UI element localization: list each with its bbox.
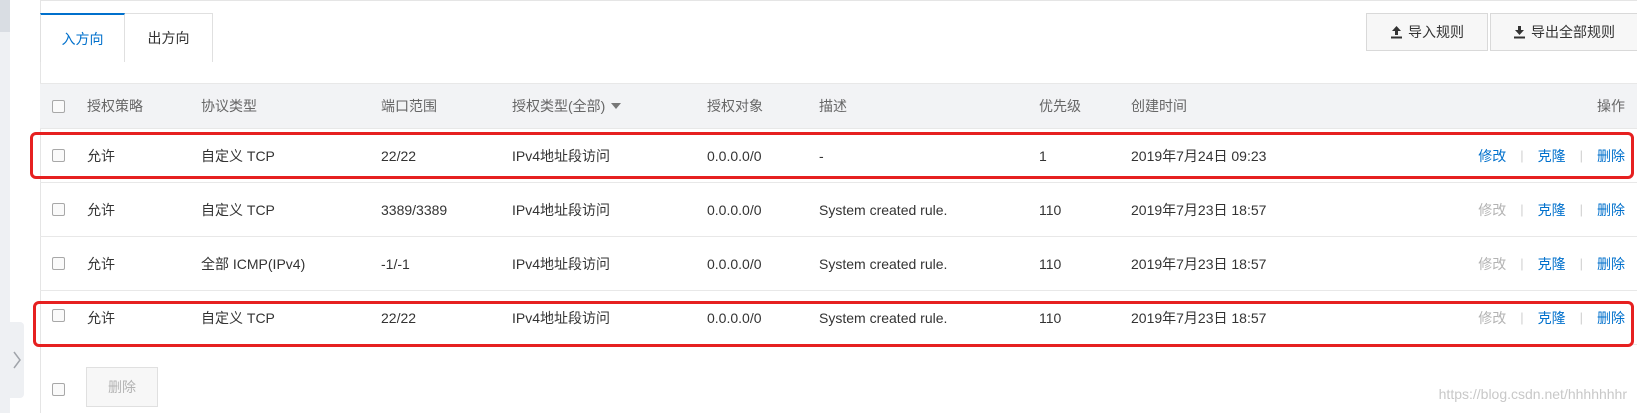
header-priority: 优先级: [1039, 98, 1081, 114]
row-checkbox[interactable]: [52, 203, 65, 216]
cell-priority: 110: [1039, 255, 1062, 272]
cell-priority: 110: [1039, 309, 1062, 326]
select-all-checkbox[interactable]: [52, 100, 65, 113]
op-separator: |: [1520, 256, 1524, 271]
export-all-rules-button[interactable]: 导出全部规则: [1490, 13, 1637, 51]
row-operations: 修改 | 克隆 | 删除: [1478, 237, 1625, 290]
cell-auth-target: 0.0.0.0/0: [707, 255, 762, 272]
cell-created-time: 2019年7月24日 09:23: [1131, 147, 1267, 164]
op-separator: |: [1520, 310, 1524, 325]
cell-priority: 1: [1039, 147, 1047, 164]
op-separator: |: [1520, 202, 1524, 217]
clone-link[interactable]: 克隆: [1538, 308, 1566, 328]
header-auth-type-filter[interactable]: 授权类型(全部): [512, 84, 622, 128]
row-operations: 修改 | 克隆 | 删除: [1478, 291, 1625, 344]
cell-protocol: 自定义 TCP: [201, 201, 275, 218]
header-auth-target: 授权对象: [707, 98, 763, 114]
header-description: 描述: [819, 98, 847, 114]
cell-auth-type: IPv4地址段访问: [512, 255, 611, 272]
cell-policy: 允许: [87, 255, 115, 272]
caret-down-icon: [611, 103, 622, 109]
table-row: 允许 全部 ICMP(IPv4) -1/-1 IPv4地址段访问 0.0.0.0…: [40, 237, 1637, 291]
cell-auth-target: 0.0.0.0/0: [707, 309, 762, 326]
cell-created-time: 2019年7月23日 18:57: [1131, 201, 1267, 218]
export-all-rules-label: 导出全部规则: [1531, 24, 1615, 40]
cell-created-time: 2019年7月23日 18:57: [1131, 309, 1267, 326]
tab-outbound[interactable]: 出方向: [125, 13, 213, 62]
modify-link: 修改: [1478, 201, 1507, 218]
op-separator: |: [1579, 148, 1583, 163]
sidebar-scroll-thumb[interactable]: [0, 0, 10, 32]
cell-auth-type: IPv4地址段访问: [512, 201, 611, 218]
row-checkbox[interactable]: [52, 257, 65, 270]
table-row: 允许 自定义 TCP 22/22 IPv4地址段访问 0.0.0.0/0 - 1…: [40, 129, 1637, 183]
header-created-time: 创建时间: [1131, 98, 1187, 114]
row-checkbox[interactable]: [52, 149, 65, 162]
cell-created-time: 2019年7月23日 18:57: [1131, 255, 1267, 272]
cell-auth-target: 0.0.0.0/0: [707, 201, 762, 218]
cell-auth-target: 0.0.0.0/0: [707, 147, 762, 164]
header-auth-type-label: 授权类型(全部): [512, 98, 606, 114]
upload-icon: [1391, 26, 1402, 39]
header-protocol: 协议类型: [201, 98, 257, 114]
cell-protocol: 全部 ICMP(IPv4): [201, 255, 306, 272]
modify-link[interactable]: 修改: [1478, 146, 1506, 166]
cell-description: System created rule.: [819, 201, 948, 218]
table-header: 授权策略 协议类型 端口范围 授权类型(全部) 授权对象 描述 优先级 创建时间…: [40, 83, 1637, 129]
op-separator: |: [1520, 148, 1524, 163]
cell-description: System created rule.: [819, 309, 948, 326]
op-separator: |: [1579, 310, 1583, 325]
cell-policy: 允许: [87, 147, 115, 164]
row-operations: 修改 | 克隆 | 删除: [1478, 183, 1625, 236]
table-row: 允许 自定义 TCP 3389/3389 IPv4地址段访问 0.0.0.0/0…: [40, 183, 1637, 237]
modify-link: 修改: [1478, 255, 1507, 272]
delete-link[interactable]: 删除: [1597, 254, 1625, 274]
clone-link[interactable]: 克隆: [1538, 254, 1566, 274]
clone-link[interactable]: 克隆: [1538, 200, 1566, 220]
op-separator: |: [1579, 202, 1583, 217]
cell-port-range: 22/22: [381, 309, 417, 326]
delete-link[interactable]: 删除: [1597, 146, 1625, 166]
direction-tabs: 入方向 出方向: [40, 13, 213, 62]
cell-protocol: 自定义 TCP: [201, 309, 275, 326]
cell-port-range: -1/-1: [381, 255, 410, 272]
row-operations: 修改 | 克隆 | 删除: [1478, 129, 1625, 182]
sidebar-collapse-handle[interactable]: [10, 322, 24, 398]
op-separator: |: [1579, 256, 1583, 271]
tab-inbound[interactable]: 入方向: [40, 13, 125, 62]
chevron-right-icon: [13, 351, 21, 369]
row-checkbox[interactable]: [52, 309, 65, 322]
cell-port-range: 3389/3389: [381, 201, 448, 218]
import-rules-label: 导入规则: [1408, 24, 1464, 40]
footer-select-all-checkbox[interactable]: [52, 383, 65, 396]
header-operations: 操作: [1597, 98, 1625, 114]
top-divider: [40, 0, 1637, 1]
watermark: https://blog.csdn.net/hhhhhhhr: [1438, 386, 1627, 402]
cell-port-range: 22/22: [381, 147, 417, 164]
left-sidebar-strip: [0, 0, 10, 413]
delete-link[interactable]: 删除: [1597, 200, 1625, 220]
import-rules-button[interactable]: 导入规则: [1366, 13, 1488, 51]
batch-delete-button: 删除: [86, 367, 158, 407]
delete-link[interactable]: 删除: [1597, 308, 1625, 328]
cell-protocol: 自定义 TCP: [201, 147, 275, 164]
cell-policy: 允许: [87, 309, 115, 326]
cell-auth-type: IPv4地址段访问: [512, 147, 611, 164]
cell-auth-type: IPv4地址段访问: [512, 309, 611, 326]
header-port-range: 端口范围: [381, 98, 437, 114]
cell-description: System created rule.: [819, 255, 948, 272]
clone-link[interactable]: 克隆: [1538, 146, 1566, 166]
cell-description: -: [819, 147, 824, 164]
download-icon: [1514, 26, 1525, 39]
header-policy: 授权策略: [87, 98, 143, 114]
table-row: 允许 自定义 TCP 22/22 IPv4地址段访问 0.0.0.0/0 Sys…: [40, 291, 1637, 345]
modify-link: 修改: [1478, 309, 1507, 326]
cell-policy: 允许: [87, 201, 115, 218]
cell-priority: 110: [1039, 201, 1062, 218]
